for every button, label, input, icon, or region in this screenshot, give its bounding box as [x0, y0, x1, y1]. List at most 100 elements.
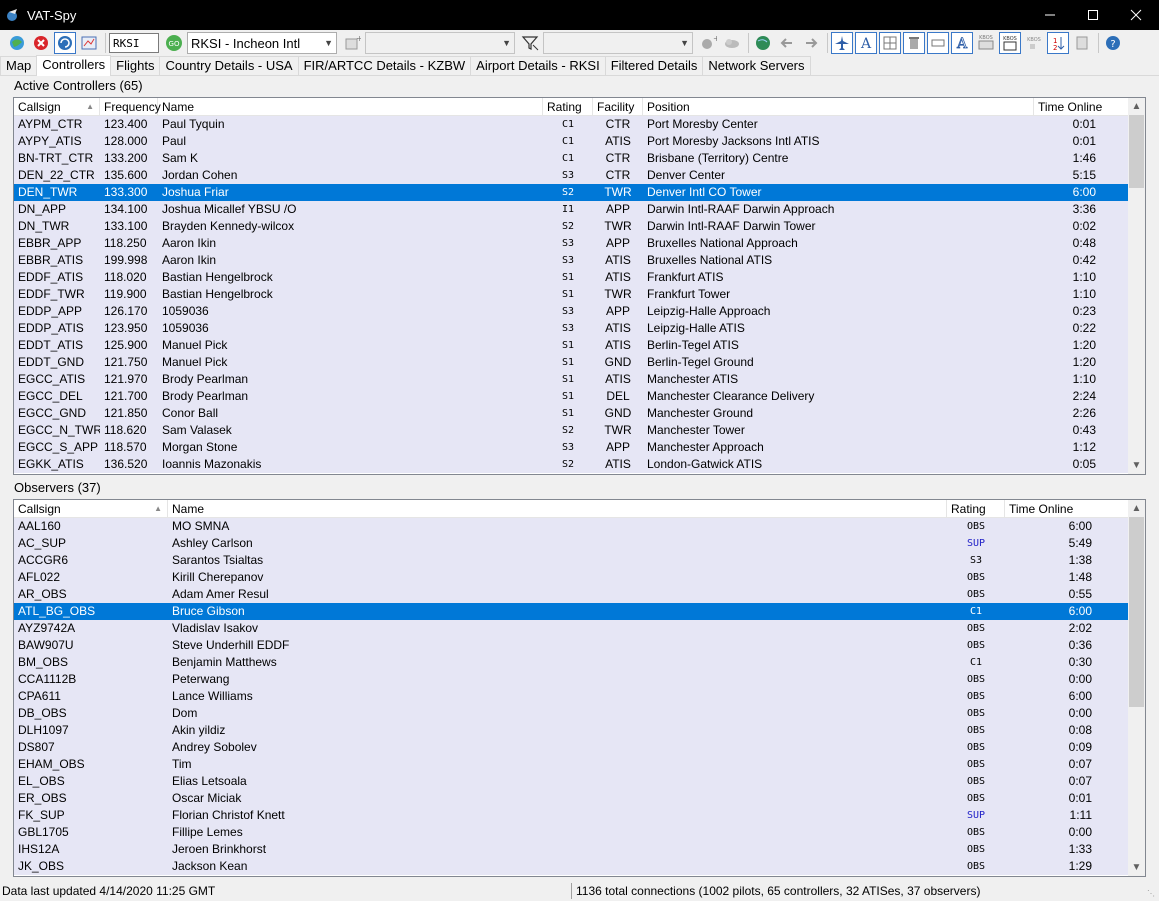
table-row[interactable]: FK_SUP Florian Christof Knett SUP 1:11	[14, 807, 1145, 824]
airport-select[interactable]: RKSI - Incheon Intl ▼	[187, 32, 337, 54]
sort-icon[interactable]: 12	[1047, 32, 1069, 54]
tab-network-servers[interactable]: Network Servers	[702, 56, 811, 75]
resize-grip-icon[interactable]: ⋱	[1147, 889, 1157, 899]
table-row[interactable]: EDDP_APP 126.170 1059036 S3 APP Leipzig-Halle…	[14, 303, 1145, 320]
tab-controllers[interactable]: Controllers	[36, 55, 112, 76]
table-row[interactable]: AAL160 MO SMNA OBS 6:00	[14, 518, 1145, 535]
col-rating[interactable]: Rating	[543, 98, 593, 116]
table-row[interactable]: AFL022 Kirill Cherepanov OBS 1:48	[14, 569, 1145, 586]
airport-code-input[interactable]: RKSI	[109, 33, 159, 53]
globe-icon[interactable]	[752, 32, 774, 54]
col-name[interactable]: Name	[158, 98, 543, 116]
help-icon[interactable]: ?	[1102, 32, 1124, 54]
kbos-box-icon[interactable]: KBOS	[999, 32, 1021, 54]
col-time-online[interactable]: Time Online	[1034, 98, 1130, 116]
back-arrow-icon[interactable]	[776, 32, 798, 54]
minimize-icon[interactable]	[1027, 0, 1073, 30]
col-rating[interactable]: Rating	[947, 500, 1005, 518]
tab-airport-details[interactable]: Airport Details - RKSI	[470, 56, 606, 75]
col-callsign[interactable]: Callsign ▲	[14, 500, 168, 518]
table-row[interactable]: DN_TWR 133.100 Brayden Kennedy-wilcox S2 TWR…	[14, 218, 1145, 235]
export-icon[interactable]	[1071, 32, 1093, 54]
col-time-online[interactable]: Time Online	[1005, 500, 1129, 518]
box-icon[interactable]	[927, 32, 949, 54]
table-row[interactable]: EDDT_ATIS 125.900 Manuel Pick S1 ATIS Berlin-…	[14, 337, 1145, 354]
filter-combo-1[interactable]: ▼	[365, 32, 515, 54]
weather-icon[interactable]	[721, 32, 743, 54]
controllers-scrollbar[interactable]: ▲ ▼	[1128, 98, 1145, 474]
kbos-label-icon[interactable]: KBOS	[975, 32, 997, 54]
table-row[interactable]: EGCC_S_APP 118.570 Morgan Stone S3 APP Manche…	[14, 439, 1145, 456]
table-row[interactable]: EDDF_ATIS 118.020 Bastian Hengelbrock S1 ATI…	[14, 269, 1145, 286]
table-row[interactable]: EDDF_TWR 119.900 Bastian Hengelbrock S1 TWR F…	[14, 286, 1145, 303]
table-row[interactable]: EDDT_GND 121.750 Manuel Pick S1 GND Berlin-Te…	[14, 354, 1145, 371]
table-row[interactable]: DEN_TWR 133.300 Joshua Friar S2 TWR Denver In…	[14, 184, 1145, 201]
table-row[interactable]: AR_OBS Adam Amer Resul OBS 0:55	[14, 586, 1145, 603]
table-row[interactable]: IHS12A Jeroen Brinkhorst OBS 1:33	[14, 841, 1145, 858]
col-name[interactable]: Name	[168, 500, 947, 518]
table-row[interactable]: JK_OBS Jackson Kean OBS 1:29	[14, 858, 1145, 875]
table-row[interactable]: ACCGR6 Sarantos Tsialtas S3 1:38	[14, 552, 1145, 569]
table-row[interactable]: DS807 Andrey Sobolev OBS 0:09	[14, 739, 1145, 756]
scroll-down-icon[interactable]: ▼	[1128, 859, 1145, 876]
add-airport-icon[interactable]: +	[697, 32, 719, 54]
maximize-icon[interactable]	[1070, 0, 1116, 30]
table-row[interactable]: EBBR_APP 118.250 Aaron Ikin S3 APP Bruxelles …	[14, 235, 1145, 252]
text-a-outline-icon[interactable]: A	[951, 32, 973, 54]
table-row[interactable]: EHAM_OBS Tim OBS 0:07	[14, 756, 1145, 773]
table-row[interactable]: GBL1705 Fillipe Lemes OBS 0:00	[14, 824, 1145, 841]
tab-country-details[interactable]: Country Details - USA	[159, 56, 299, 75]
text-a-icon[interactable]: A	[855, 32, 877, 54]
scroll-thumb[interactable]	[1129, 517, 1144, 707]
table-row[interactable]: BN-TRT_CTR 133.200 Sam K C1 CTR Brisbane (Ter…	[14, 150, 1145, 167]
table-row[interactable]: AYPM_CTR 123.400 Paul Tyquin C1 CTR Port More…	[14, 116, 1145, 133]
grid-icon[interactable]	[879, 32, 901, 54]
table-row[interactable]: EBBR_ATIS 199.998 Aaron Ikin S3 ATIS Bruxelle…	[14, 252, 1145, 269]
table-row[interactable]: AYPY_ATIS 128.000 Paul C1 ATIS Port Moresby J…	[14, 133, 1145, 150]
table-row[interactable]: BM_OBS Benjamin Matthews C1 0:30	[14, 654, 1145, 671]
table-row[interactable]: EDDP_ATIS 123.950 1059036 S3 ATIS Leipzig-Hal…	[14, 320, 1145, 337]
table-row[interactable]: EGKK_ATIS 136.520 Ioannis Mazonakis S2 ATIS L…	[14, 456, 1145, 473]
table-row[interactable]: DEN_22_CTR 135.600 Jordan Cohen S3 CTR Denver…	[14, 167, 1145, 184]
stop-icon[interactable]	[30, 32, 52, 54]
scroll-down-icon[interactable]: ▼	[1128, 457, 1145, 474]
observers-scrollbar[interactable]: ▲ ▼	[1128, 500, 1145, 876]
map-icon[interactable]	[78, 32, 100, 54]
refresh-icon[interactable]	[54, 32, 76, 54]
table-row[interactable]: AYZ9742A Vladislav Isakov OBS 2:02	[14, 620, 1145, 637]
close-icon[interactable]	[1113, 0, 1159, 30]
plane-icon[interactable]	[831, 32, 853, 54]
table-row[interactable]: EGCC_ATIS 121.970 Brody Pearlman S1 ATIS Manc…	[14, 371, 1145, 388]
table-row[interactable]: EL_OBS Elias Letsoala OBS 0:07	[14, 773, 1145, 790]
table-row[interactable]: EGCC_GND 121.850 Conor Ball S1 GND Manchester…	[14, 405, 1145, 422]
table-row[interactable]: DLH1097 Akin yildiz OBS 0:08	[14, 722, 1145, 739]
table-row[interactable]: DB_OBS Dom OBS 0:00	[14, 705, 1145, 722]
trash-icon[interactable]	[903, 32, 925, 54]
controllers-list[interactable]: Callsign ▲ Frequency Name Rating Facility…	[13, 97, 1146, 475]
filter-icon[interactable]	[519, 32, 541, 54]
tab-map[interactable]: Map	[0, 56, 38, 75]
table-row[interactable]: EGCC_N_TWR 118.620 Sam Valasek S2 TWR Manches…	[14, 422, 1145, 439]
table-row[interactable]: CCA1112B Peterwang OBS 0:00	[14, 671, 1145, 688]
table-row[interactable]: CPA611 Lance Williams OBS 6:00	[14, 688, 1145, 705]
tab-flights[interactable]: Flights	[110, 56, 161, 75]
tab-filtered-details[interactable]: Filtered Details	[604, 56, 704, 75]
col-frequency[interactable]: Frequency	[100, 98, 161, 116]
table-row[interactable]: ATL_BG_OBS Bruce Gibson C1 6:00	[14, 603, 1145, 620]
tab-fir-details[interactable]: FIR/ARTCC Details - KZBW	[297, 56, 472, 75]
filter-combo-2[interactable]: ▼	[543, 32, 693, 54]
table-row[interactable]: BAW907U Steve Underhill EDDF OBS 0:36	[14, 637, 1145, 654]
table-row[interactable]: AC_SUP Ashley Carlson SUP 5:49	[14, 535, 1145, 552]
scroll-thumb[interactable]	[1129, 115, 1144, 188]
kbos-small-icon[interactable]: KBOS	[1023, 32, 1045, 54]
scroll-up-icon[interactable]: ▲	[1128, 98, 1145, 115]
connect-icon[interactable]	[6, 32, 28, 54]
col-facility[interactable]: Facility	[593, 98, 643, 116]
go-icon[interactable]: GO	[163, 32, 185, 54]
table-row[interactable]: DN_APP 134.100 Joshua Micallef YBSU /O I1 AP…	[14, 201, 1145, 218]
table-row[interactable]: EGCC_DEL 121.700 Brody Pearlman S1 DEL Manche…	[14, 388, 1145, 405]
col-callsign[interactable]: Callsign ▲	[14, 98, 100, 116]
observers-list[interactable]: Callsign ▲ Name Rating Time Online AAL160…	[13, 499, 1146, 877]
col-position[interactable]: Position	[643, 98, 1034, 116]
scroll-up-icon[interactable]: ▲	[1128, 500, 1145, 517]
